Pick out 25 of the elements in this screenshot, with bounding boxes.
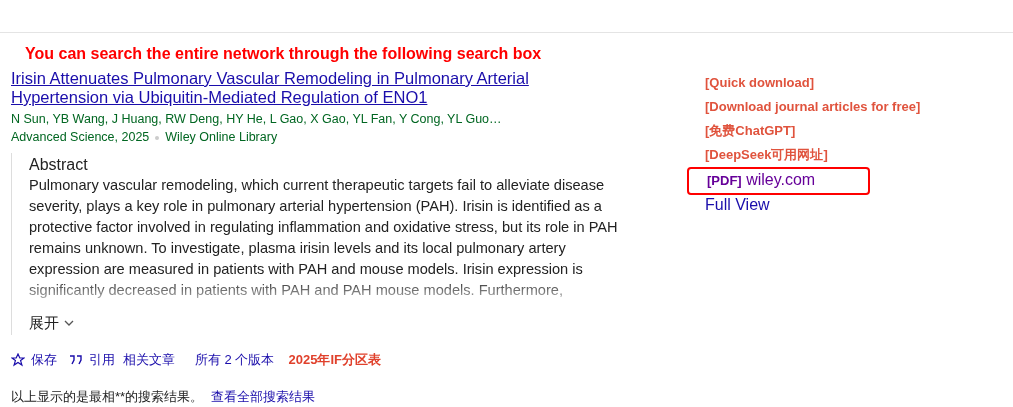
all-results-link[interactable]: 查看全部搜索结果 [211,389,316,405]
if-ranking-link[interactable]: 2025年IF分区表 [288,351,381,369]
abstract-text: Pulmonary vascular remodeling, which current therapeutic targets fail to alleviate disease severity, plays a key role in pulmonary arterial hypertension (PAH). Irisin is identified as a protective factor involved in regulating inflammation and oxidative stress, but its role in PAH remains unknown. To investigate, plasma irisin levels and its local pulmonary artery expression are measured in patients with PAH and mouse models. Irisin expression is significantly decreased in patients with PAH and PAH mouse models. Furthermore, [29,176,619,300]
footer-text: 以上显示的是最相**的搜索结果。 [11,389,204,405]
promo-link[interactable]: [Quick download] [705,71,921,95]
promo-link[interactable]: [免费ChatGPT] [705,119,921,143]
quote-icon [69,354,83,366]
promo-link[interactable]: [Download journal articles for free] [705,95,921,119]
pdf-link[interactable]: [PDF] wiley.com [707,171,816,188]
star-icon [11,353,25,367]
save-link[interactable]: 保存 [11,351,57,369]
full-view-link[interactable]: Full View [705,195,921,215]
journal-text: Advanced Science, 2025 [11,129,150,146]
source-site: Wiley Online Library [165,129,278,146]
expand-button[interactable]: 展开 [29,313,74,335]
versions-link[interactable]: 所有 2 个版本 [195,351,275,369]
related-link[interactable]: 相关文章 [123,351,175,369]
author-list: N Sun, YB Wang, J Huang, RW Deng, HY He, L Gao, X Gao, YL Fan, Y Cong, YL Guo… [11,111,651,128]
chevron-down-icon [64,319,74,327]
abstract-heading: Abstract [29,155,89,175]
promo-link[interactable]: [DeepSeek可用网址] [705,143,921,167]
result-title-link[interactable]: Irisin Attenuates Pulmonary Vascular Remodeling in Pulmonary Arterial Hypertension via Ubiquitin-Mediated Regulation of ENO1 [11,69,571,107]
notice-text: You can search the entire network through the following search box [25,44,543,64]
separator-dot [155,135,160,140]
cite-link[interactable]: 引用 [69,351,115,369]
